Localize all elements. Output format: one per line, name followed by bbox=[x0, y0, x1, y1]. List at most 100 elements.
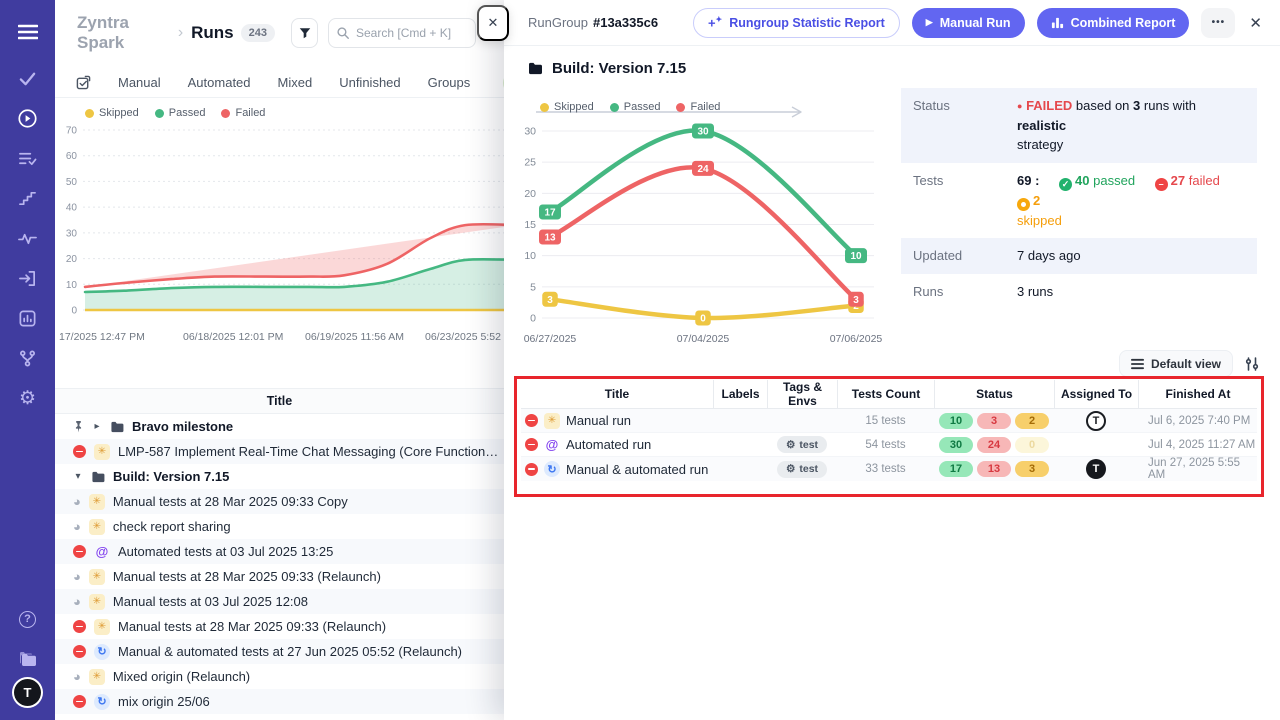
statistic-report-button[interactable]: +✦ Rungroup Statistic Report bbox=[693, 8, 900, 38]
tab-mixed[interactable]: Mixed bbox=[278, 75, 313, 90]
sparkles-icon: +✦ bbox=[708, 16, 722, 29]
folder-icon bbox=[528, 62, 543, 75]
page-title: Runs bbox=[191, 23, 234, 43]
manual-run-button[interactable]: ▶ Manual Run bbox=[912, 8, 1025, 38]
search-input[interactable] bbox=[328, 18, 476, 48]
automated-run-icon: @ bbox=[544, 437, 560, 453]
run-row[interactable]: ↻ mix origin 25/06 bbox=[55, 689, 504, 714]
column-header-tests-count[interactable]: Tests Count bbox=[837, 380, 934, 408]
column-header-labels[interactable]: Labels bbox=[713, 380, 767, 408]
tab-manual[interactable]: Manual bbox=[118, 75, 161, 90]
assigned-cell bbox=[1054, 433, 1138, 456]
column-header-tags-envs[interactable]: Tags & Envs bbox=[767, 380, 837, 408]
legend-label: Skipped bbox=[554, 101, 594, 113]
folder-icon bbox=[110, 421, 124, 433]
help-icon[interactable]: ? bbox=[8, 599, 48, 639]
settings-gear-icon[interactable]: ⚙ bbox=[8, 378, 48, 418]
column-header-status[interactable]: Status bbox=[934, 380, 1054, 408]
plans-list-icon[interactable] bbox=[8, 138, 48, 178]
table-toolbar: Default view bbox=[1119, 350, 1260, 377]
column-header-assigned-to[interactable]: Assigned To bbox=[1054, 380, 1138, 408]
rows-icon bbox=[1131, 358, 1144, 370]
skipped-count-pill: 0 bbox=[1015, 437, 1049, 453]
analytics-icon[interactable] bbox=[8, 298, 48, 338]
inprogress-status-icon: ◕ bbox=[73, 495, 81, 508]
run-row[interactable]: ↻Manual & automated tests at 27 Jun 2025… bbox=[55, 639, 504, 664]
select-all-icon[interactable] bbox=[76, 75, 91, 90]
runs-play-icon[interactable] bbox=[8, 98, 48, 138]
breadcrumb-project[interactable]: Zyntra Spark bbox=[77, 13, 170, 53]
tab-groups[interactable]: Groups bbox=[428, 75, 471, 90]
chevron-down-icon[interactable]: ▾ bbox=[73, 471, 83, 482]
group-run-row[interactable]: ✳Manual run15 tests1032TJul 6, 2025 7:40… bbox=[521, 409, 1257, 433]
run-row[interactable]: ◕✳Mixed origin (Relaunch) bbox=[55, 664, 504, 689]
tag-label: test bbox=[799, 463, 818, 475]
run-title: mix origin 25/06 bbox=[118, 694, 210, 709]
labels-cell bbox=[713, 433, 767, 456]
group-run-row[interactable]: ↻Manual & automated run⚙test33 tests1713… bbox=[521, 457, 1257, 481]
gear-icon: ⚙ bbox=[786, 439, 795, 451]
tests-check-icon[interactable] bbox=[8, 58, 48, 98]
manual-run-icon: ✳ bbox=[89, 494, 105, 510]
xaxis-label: 06/23/2025 5:52 P bbox=[425, 331, 504, 343]
xaxis-label: 06/19/2025 11:56 AM bbox=[305, 331, 404, 343]
tab-unfinished[interactable]: Unfinished bbox=[339, 75, 400, 90]
more-actions-button[interactable]: ••• bbox=[1201, 8, 1235, 38]
manual-run-icon: ✳ bbox=[544, 413, 560, 429]
run-row[interactable]: @Automated tests at 03 Jul 2025 13:25 bbox=[55, 539, 504, 564]
run-title-cell: ✳ Manual run bbox=[521, 409, 713, 432]
menu-icon[interactable] bbox=[8, 12, 48, 52]
combined-report-button[interactable]: Combined Report bbox=[1037, 8, 1190, 38]
run-title: Manual tests at 28 Mar 2025 09:33 Copy bbox=[113, 494, 348, 509]
drawer-close-button[interactable]: ✕ bbox=[1249, 14, 1262, 32]
pulse-icon[interactable] bbox=[8, 218, 48, 258]
inprogress-status-icon: ◕ bbox=[73, 670, 81, 683]
column-header-finished-at[interactable]: Finished At bbox=[1138, 380, 1257, 408]
failed-status-icon bbox=[525, 438, 538, 451]
tab-automated[interactable]: Automated bbox=[188, 75, 251, 90]
run-title: check report sharing bbox=[113, 519, 231, 534]
failed-status-icon bbox=[73, 620, 86, 633]
passed-check-icon: ✓ bbox=[1059, 178, 1072, 191]
tag-pill[interactable]: ⚙test bbox=[777, 436, 827, 453]
folder-row[interactable]: ▾ Build: Version 7.15 bbox=[55, 464, 504, 489]
projects-folder-icon[interactable] bbox=[8, 639, 48, 679]
run-title: Mixed origin (Relaunch) bbox=[113, 669, 250, 684]
group-status-section: Status ● FAILED based on 3 runs with rea… bbox=[901, 88, 1257, 309]
run-row[interactable]: ✳Manual tests at 28 Mar 2025 09:33 (Rela… bbox=[55, 614, 504, 639]
tests-value: 69 : ✓40 passed –27 failed 2 skipped bbox=[1017, 171, 1245, 231]
funnel-icon bbox=[298, 26, 312, 40]
mixed-run-icon: ↻ bbox=[94, 694, 110, 710]
run-title: Manual run bbox=[566, 413, 631, 428]
column-header-title[interactable]: Title bbox=[521, 380, 713, 408]
run-row[interactable]: ◕ ✳ Manual tests at 28 Mar 2025 09:33 Copy bbox=[55, 489, 504, 514]
branches-icon[interactable] bbox=[8, 338, 48, 378]
column-settings-icon[interactable] bbox=[1244, 356, 1260, 372]
xaxis-label: 06/18/2025 12:01 PM bbox=[183, 331, 283, 343]
milestones-steps-icon[interactable] bbox=[8, 178, 48, 218]
assignee-avatar[interactable]: T bbox=[1086, 411, 1106, 431]
automated-run-icon: @ bbox=[94, 544, 110, 560]
legend-dot-failed bbox=[221, 109, 230, 118]
drawer-close-tab[interactable]: ✕ bbox=[477, 5, 509, 41]
chevron-right-icon[interactable]: ▸ bbox=[92, 421, 102, 432]
status-row: Status ● FAILED based on 3 runs with rea… bbox=[901, 88, 1257, 163]
user-avatar[interactable]: T bbox=[14, 679, 41, 706]
filter-button[interactable] bbox=[291, 18, 318, 48]
group-run-row[interactable]: @Automated run⚙test54 tests30240Jul 4, 2… bbox=[521, 433, 1257, 457]
svg-text:25: 25 bbox=[524, 157, 536, 169]
run-row[interactable]: ◕✳check report sharing bbox=[55, 514, 504, 539]
mixed-run-icon: ↻ bbox=[544, 461, 560, 477]
default-view-button[interactable]: Default view bbox=[1119, 350, 1233, 377]
import-icon[interactable] bbox=[8, 258, 48, 298]
build-title-row: Build: Version 7.15 bbox=[528, 60, 686, 77]
legend-item-failed: Failed bbox=[676, 101, 720, 113]
tag-pill[interactable]: ⚙test bbox=[777, 461, 827, 478]
run-title: Build: Version 7.15 bbox=[113, 469, 229, 484]
folder-row[interactable]: ▸Bravo milestone bbox=[55, 414, 504, 439]
assignee-avatar[interactable]: T bbox=[1086, 459, 1106, 479]
run-row[interactable]: ◕✳Manual tests at 03 Jul 2025 12:08 bbox=[55, 589, 504, 614]
svg-text:07/06/2025: 07/06/2025 bbox=[830, 333, 883, 345]
run-row[interactable]: ✳LMP-587 Implement Real-Time Chat Messag… bbox=[55, 439, 504, 464]
run-row[interactable]: ◕✳Manual tests at 28 Mar 2025 09:33 (Rel… bbox=[55, 564, 504, 589]
